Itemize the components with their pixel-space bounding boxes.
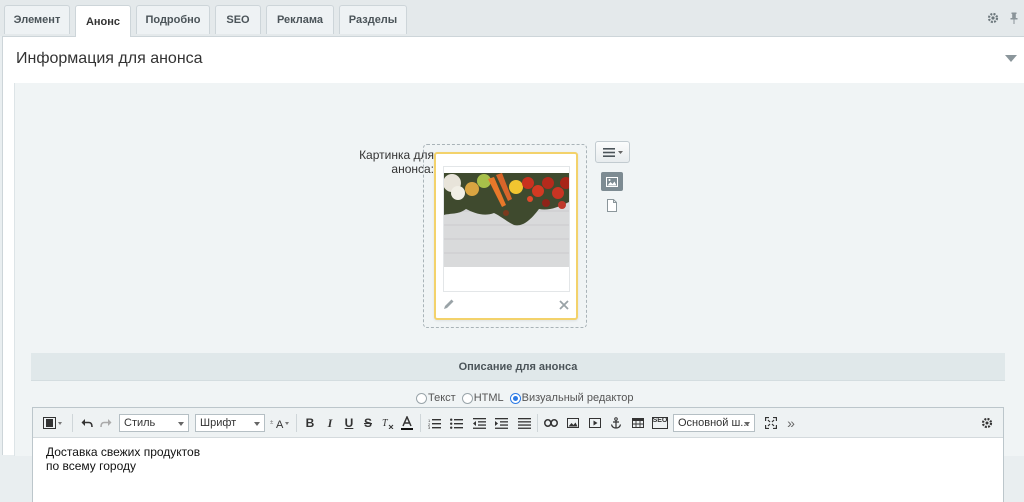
tab-element[interactable]: Элемент bbox=[4, 5, 70, 34]
anchor-icon bbox=[610, 417, 622, 429]
more-button[interactable]: » bbox=[785, 415, 797, 431]
tab-announce[interactable]: Анонс bbox=[75, 5, 131, 37]
table-icon bbox=[632, 418, 644, 428]
video-icon bbox=[589, 418, 601, 428]
edit-pencil-icon[interactable] bbox=[443, 298, 455, 310]
text-color-icon bbox=[401, 416, 413, 430]
editor-gear-icon bbox=[981, 417, 993, 429]
align-justify-icon bbox=[517, 417, 531, 429]
chevron-down-icon bbox=[617, 150, 623, 154]
editor-line: по всему городу bbox=[46, 459, 137, 473]
film-icon bbox=[43, 417, 62, 429]
description-header: Описание для анонса bbox=[31, 353, 1005, 381]
fullscreen-button[interactable] bbox=[764, 416, 778, 430]
insert-video-button[interactable] bbox=[588, 416, 602, 430]
undo-button[interactable] bbox=[80, 416, 94, 430]
picture-menu-button[interactable] bbox=[595, 141, 630, 163]
link-icon bbox=[544, 419, 558, 427]
mode-visual-option[interactable]: Визуальный редактор bbox=[509, 392, 634, 404]
picture-frame bbox=[443, 166, 570, 292]
fullscreen-icon bbox=[765, 417, 777, 429]
redo-icon bbox=[100, 419, 112, 428]
outdent-icon bbox=[472, 417, 486, 429]
editor-toolbar: Стиль Шрифт ± A B I U S T 123 SEO Основн… bbox=[33, 408, 1003, 438]
font-size-button[interactable]: ± A bbox=[270, 416, 290, 430]
section-header: Информация для анонса bbox=[3, 37, 1024, 83]
font-size-icon: ± A bbox=[270, 419, 289, 429]
tab-ads[interactable]: Реклама bbox=[266, 5, 334, 34]
mode-text-label: Текст bbox=[428, 392, 456, 404]
undo-icon bbox=[81, 419, 93, 428]
collapse-arrow-icon[interactable] bbox=[1005, 55, 1017, 63]
file-mode-icon[interactable] bbox=[607, 199, 617, 212]
indent-button[interactable] bbox=[494, 416, 508, 430]
section-title: Информация для анонса bbox=[16, 50, 203, 67]
redo-button[interactable] bbox=[99, 416, 113, 430]
insert-table-button[interactable] bbox=[631, 416, 645, 430]
picture-label: Картинка для анонса: bbox=[359, 148, 434, 176]
seo-label: SEO bbox=[652, 417, 668, 424]
clear-format-button[interactable]: T bbox=[381, 416, 395, 430]
image-mode-button[interactable] bbox=[601, 172, 623, 191]
image-mode-icon bbox=[606, 176, 618, 187]
svg-text:T: T bbox=[382, 418, 389, 429]
section-body: Картинка для анонса: Описание для анонса… bbox=[14, 83, 1024, 502]
pin-icon[interactable] bbox=[1008, 12, 1020, 24]
mode-text-option[interactable]: Текст bbox=[416, 392, 456, 404]
editor-mode-switch: Текст HTML Визуальный редактор bbox=[416, 392, 640, 404]
bullet-list-button[interactable] bbox=[449, 416, 463, 430]
tab-content: Информация для анонса Картинка для анонс… bbox=[2, 36, 1024, 502]
underline-button[interactable]: U bbox=[342, 416, 356, 430]
font-select[interactable]: Шрифт bbox=[195, 414, 265, 432]
bullet-list-icon bbox=[449, 418, 463, 429]
seo-button[interactable]: SEO bbox=[652, 416, 668, 430]
strike-button[interactable]: S bbox=[361, 416, 375, 430]
mode-html-option[interactable]: HTML bbox=[461, 392, 504, 404]
svg-text:±: ± bbox=[270, 420, 274, 426]
announce-picture bbox=[444, 173, 569, 267]
tab-sections[interactable]: Разделы bbox=[339, 5, 407, 34]
font-select-value: Шрифт bbox=[200, 417, 237, 429]
svg-text:A: A bbox=[276, 419, 284, 429]
editor-settings-button[interactable] bbox=[980, 416, 994, 430]
anchor-button[interactable] bbox=[609, 416, 623, 430]
ordered-list-button[interactable]: 123 bbox=[427, 416, 441, 430]
delete-close-icon[interactable] bbox=[559, 300, 569, 310]
tab-bar: Элемент Анонс Подробно SEO Реклама Разде… bbox=[0, 0, 1024, 37]
tab-details[interactable]: Подробно bbox=[136, 5, 210, 34]
tab-seo[interactable]: SEO bbox=[215, 5, 261, 34]
indent-icon bbox=[494, 417, 508, 429]
editor-line: Доставка свежих продуктов bbox=[46, 445, 201, 459]
menu-icon bbox=[602, 147, 615, 157]
bold-button[interactable]: B bbox=[303, 416, 317, 430]
svg-text:3: 3 bbox=[428, 425, 431, 429]
align-button[interactable] bbox=[517, 416, 531, 430]
mode-visual-radio[interactable] bbox=[509, 392, 521, 404]
editor-content[interactable]: Доставка свежих продуктов по всему город… bbox=[46, 445, 986, 473]
template-select[interactable]: Основной ш... bbox=[673, 414, 755, 432]
italic-button[interactable]: I bbox=[323, 416, 337, 430]
template-select-value: Основной ш... bbox=[678, 417, 750, 429]
ordered-list-icon: 123 bbox=[428, 418, 441, 429]
style-select-value: Стиль bbox=[124, 417, 156, 429]
outdent-button[interactable] bbox=[472, 416, 486, 430]
mode-html-label: HTML bbox=[473, 392, 504, 404]
style-select[interactable]: Стиль bbox=[119, 414, 189, 432]
mode-visual-label: Визуальный редактор bbox=[521, 392, 634, 404]
picture-card[interactable] bbox=[434, 152, 578, 320]
text-color-button[interactable] bbox=[400, 416, 414, 430]
mode-text-radio[interactable] bbox=[416, 392, 427, 404]
insert-image-button[interactable] bbox=[566, 416, 580, 430]
clear-format-icon: T bbox=[382, 418, 394, 429]
settings-gear-icon[interactable] bbox=[987, 12, 999, 24]
source-toggle-button[interactable] bbox=[42, 416, 64, 430]
mode-html-radio[interactable] bbox=[461, 392, 473, 404]
link-button[interactable] bbox=[543, 416, 559, 430]
image-icon bbox=[567, 418, 579, 428]
